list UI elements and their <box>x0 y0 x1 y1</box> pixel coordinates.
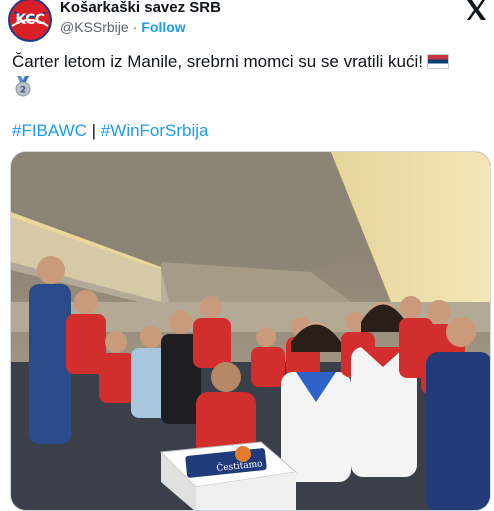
post-photo[interactable]: Čestitamo <box>10 151 491 511</box>
second-place-medal-icon: 2 <box>15 76 31 97</box>
airplane-cabin-photo: Čestitamo <box>11 152 490 510</box>
serbia-flag-icon <box>426 54 449 69</box>
follow-button[interactable]: Follow <box>141 19 185 35</box>
post-text: Čarter letom iz Manile, srebrni momci su… <box>12 50 486 74</box>
avatar-text: KCC <box>15 12 45 28</box>
hashtag-fibawc[interactable]: #FIBAWC <box>12 121 87 140</box>
account-handle[interactable]: @KSSrbije <box>60 19 129 35</box>
post-text-body: Čarter letom iz Manile, srebrni momci su… <box>12 52 423 71</box>
account-avatar[interactable]: KCC <box>8 0 52 42</box>
hashtag-winforsrbija[interactable]: #WinForSrbija <box>101 121 209 140</box>
x-logo-icon[interactable] <box>464 0 488 22</box>
hashtag-separator: | <box>86 121 101 140</box>
account-name[interactable]: Košarkaški savez SRB <box>60 0 221 16</box>
handle-row: @KSSrbije · Follow <box>60 19 186 35</box>
svg-text:2: 2 <box>20 86 26 96</box>
tweet-card: KCC Košarkaški savez SRB @KSSrbije · Fol… <box>0 0 494 511</box>
separator-dot: · <box>132 19 138 35</box>
hashtags: #FIBAWC | #WinForSrbija <box>12 119 209 143</box>
